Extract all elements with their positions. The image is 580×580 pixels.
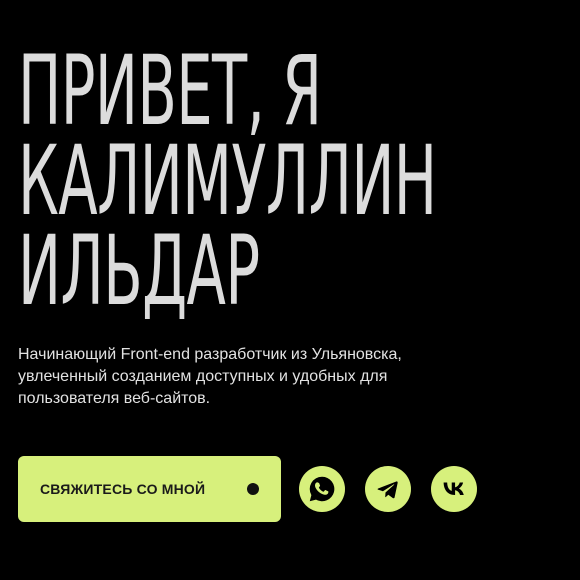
hero-title-line-2: КАЛИМУЛЛИН — [18, 125, 437, 237]
hero-title: ПРИВЕТ, Я КАЛИМУЛЛИН ИЛЬДАР — [18, 35, 578, 327]
contact-me-button[interactable]: СВЯЖИТЕСЬ СО МНОЙ — [18, 456, 281, 522]
hero-title-line-1: ПРИВЕТ, Я — [18, 35, 322, 147]
whatsapp-link[interactable] — [299, 466, 345, 512]
contact-me-button-label: СВЯЖИТЕСЬ СО МНОЙ — [40, 481, 206, 497]
hero-description: Начинающий Front-end разработчик из Улья… — [18, 346, 402, 407]
whatsapp-icon — [307, 474, 337, 504]
hero-title-line-3: ИЛЬДАР — [18, 215, 260, 327]
vk-link[interactable] — [431, 466, 477, 512]
telegram-icon — [376, 477, 400, 501]
vk-icon — [441, 476, 467, 502]
dot-icon — [247, 483, 259, 495]
telegram-link[interactable] — [365, 466, 411, 512]
